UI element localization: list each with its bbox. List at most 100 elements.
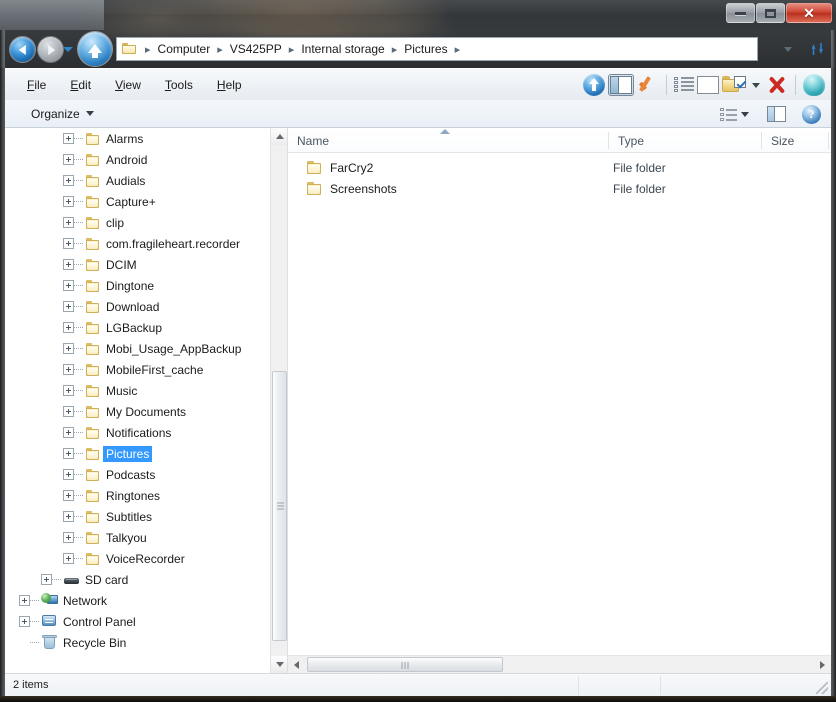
tree-item-network[interactable]: Network (5, 590, 271, 611)
menu-view[interactable]: View (105, 74, 151, 96)
tree-item-voicerecorder[interactable]: VoiceRecorder (5, 548, 271, 569)
table-row[interactable]: FarCry2File folder (288, 157, 831, 178)
tree-item-ringtones[interactable]: Ringtones (5, 485, 271, 506)
tree-item-audials[interactable]: Audials (5, 170, 271, 191)
folder-checkbox-icon[interactable] (722, 76, 746, 95)
tree-item-subtitles[interactable]: Subtitles (5, 506, 271, 527)
scroll-down-button[interactable] (271, 656, 288, 673)
tree-item-download[interactable]: Download (5, 296, 271, 317)
recent-pages-button[interactable] (63, 47, 73, 52)
expand-icon[interactable] (41, 574, 52, 585)
expand-icon[interactable] (63, 490, 74, 501)
breadcrumb[interactable]: ▸ Computer ▸ VS425PP ▸ Internal storage … (116, 37, 758, 61)
tree-item-mobilefirst-cache[interactable]: MobileFirst_cache (5, 359, 271, 380)
expand-icon[interactable] (63, 322, 74, 333)
menu-edit[interactable]: Edit (60, 74, 101, 96)
column-divider[interactable] (828, 132, 829, 149)
back-button[interactable] (10, 37, 35, 62)
delete-x-icon[interactable] (766, 75, 788, 95)
tree-item-pictures[interactable]: Pictures (5, 443, 271, 464)
expand-icon[interactable] (63, 448, 74, 459)
orange-check-icon[interactable] (637, 75, 659, 95)
tree-item-dcim[interactable]: DCIM (5, 254, 271, 275)
title-bar[interactable]: ✕ (0, 0, 836, 30)
breadcrumb-item-device[interactable]: VS425PP (228, 42, 284, 56)
scrollbar-thumb[interactable] (307, 657, 503, 672)
scrollbar-thumb[interactable] (272, 371, 287, 641)
nav-pane-scrollbar[interactable] (270, 128, 287, 673)
menu-file[interactable]: File (17, 74, 56, 96)
layout-pane-icon[interactable] (767, 106, 786, 122)
expand-icon[interactable] (63, 133, 74, 144)
up-circle-icon[interactable] (583, 74, 605, 96)
expand-icon[interactable] (63, 469, 74, 480)
expand-icon[interactable] (19, 616, 30, 627)
tree-item-capture-[interactable]: Capture+ (5, 191, 271, 212)
tree-item-com-fragileheart-recorder[interactable]: com.fragileheart.recorder (5, 233, 271, 254)
tree-item-podcasts[interactable]: Podcasts (5, 464, 271, 485)
column-header-type[interactable]: Type (609, 128, 761, 153)
expand-icon[interactable] (63, 385, 74, 396)
expand-icon[interactable] (63, 238, 74, 249)
expand-icon[interactable] (63, 196, 74, 207)
photo-thumbnail-icon[interactable] (697, 76, 719, 94)
tree-item-alarms[interactable]: Alarms (5, 128, 271, 149)
tree-item-clip[interactable]: clip (5, 212, 271, 233)
tree-item-sd-card[interactable]: SD card (5, 569, 271, 590)
forward-button[interactable] (38, 37, 63, 62)
tree-item-notifications[interactable]: Notifications (5, 422, 271, 443)
expand-icon[interactable] (63, 154, 74, 165)
column-header-size[interactable]: Size (762, 128, 828, 153)
tree-item-mobi-usage-appbackup[interactable]: Mobi_Usage_AppBackup (5, 338, 271, 359)
up-one-level-button[interactable] (78, 32, 112, 66)
details-view-icon[interactable] (674, 76, 694, 94)
tree-item-lgbackup[interactable]: LGBackup (5, 317, 271, 338)
refresh-button[interactable] (804, 37, 830, 61)
close-button[interactable]: ✕ (786, 3, 832, 23)
expand-icon[interactable] (63, 301, 74, 312)
tree-item-music[interactable]: Music (5, 380, 271, 401)
scroll-right-button[interactable] (814, 656, 831, 673)
resize-grip[interactable] (816, 682, 828, 694)
menu-tools[interactable]: Tools (155, 74, 203, 96)
breadcrumb-item-pictures[interactable]: Pictures (402, 42, 449, 56)
navigation-pane[interactable]: AlarmsAndroidAudialsCapture+clipcom.frag… (5, 128, 288, 673)
tree-item-my-documents[interactable]: My Documents (5, 401, 271, 422)
chevron-down-icon[interactable] (752, 83, 760, 88)
expand-icon[interactable] (19, 595, 30, 606)
expand-icon[interactable] (63, 553, 74, 564)
tree-item-dingtone[interactable]: Dingtone (5, 275, 271, 296)
file-list-horizontal-scrollbar[interactable] (288, 655, 831, 673)
breadcrumb-item-internal-storage[interactable]: Internal storage (299, 42, 386, 56)
table-row[interactable]: ScreenshotsFile folder (288, 178, 831, 199)
teal-orb-icon[interactable] (803, 74, 825, 96)
file-list-pane[interactable]: Name Type Size FarCry2File folderScreens… (288, 128, 831, 673)
breadcrumb-item-computer[interactable]: Computer (156, 42, 213, 56)
menu-help[interactable]: Help (207, 74, 252, 96)
tree-item-control-panel[interactable]: Control Panel (5, 611, 271, 632)
help-icon[interactable]: ? (802, 105, 821, 124)
chevron-down-icon[interactable] (778, 37, 798, 61)
tree-item-talkyou[interactable]: Talkyou (5, 527, 271, 548)
expand-icon[interactable] (63, 406, 74, 417)
scroll-left-button[interactable] (288, 656, 305, 673)
minimize-button[interactable] (726, 3, 755, 23)
expand-icon[interactable] (63, 343, 74, 354)
expand-icon[interactable] (63, 511, 74, 522)
organize-button[interactable]: Organize (23, 104, 102, 124)
expand-icon[interactable] (63, 280, 74, 291)
expand-icon[interactable] (63, 532, 74, 543)
expand-icon[interactable] (63, 217, 74, 228)
scroll-up-button[interactable] (271, 128, 288, 145)
expand-icon[interactable] (63, 175, 74, 186)
maximize-button[interactable] (756, 3, 785, 23)
preview-pane-icon[interactable] (608, 74, 634, 96)
expand-icon[interactable] (63, 259, 74, 270)
tree-item-android[interactable]: Android (5, 149, 271, 170)
expand-icon[interactable] (63, 427, 74, 438)
tree-connector (74, 474, 83, 476)
expand-icon[interactable] (63, 364, 74, 375)
view-options-icon[interactable] (720, 107, 737, 122)
tree-item-recycle-bin[interactable]: Recycle Bin (5, 632, 271, 653)
chevron-down-icon[interactable] (741, 112, 749, 117)
